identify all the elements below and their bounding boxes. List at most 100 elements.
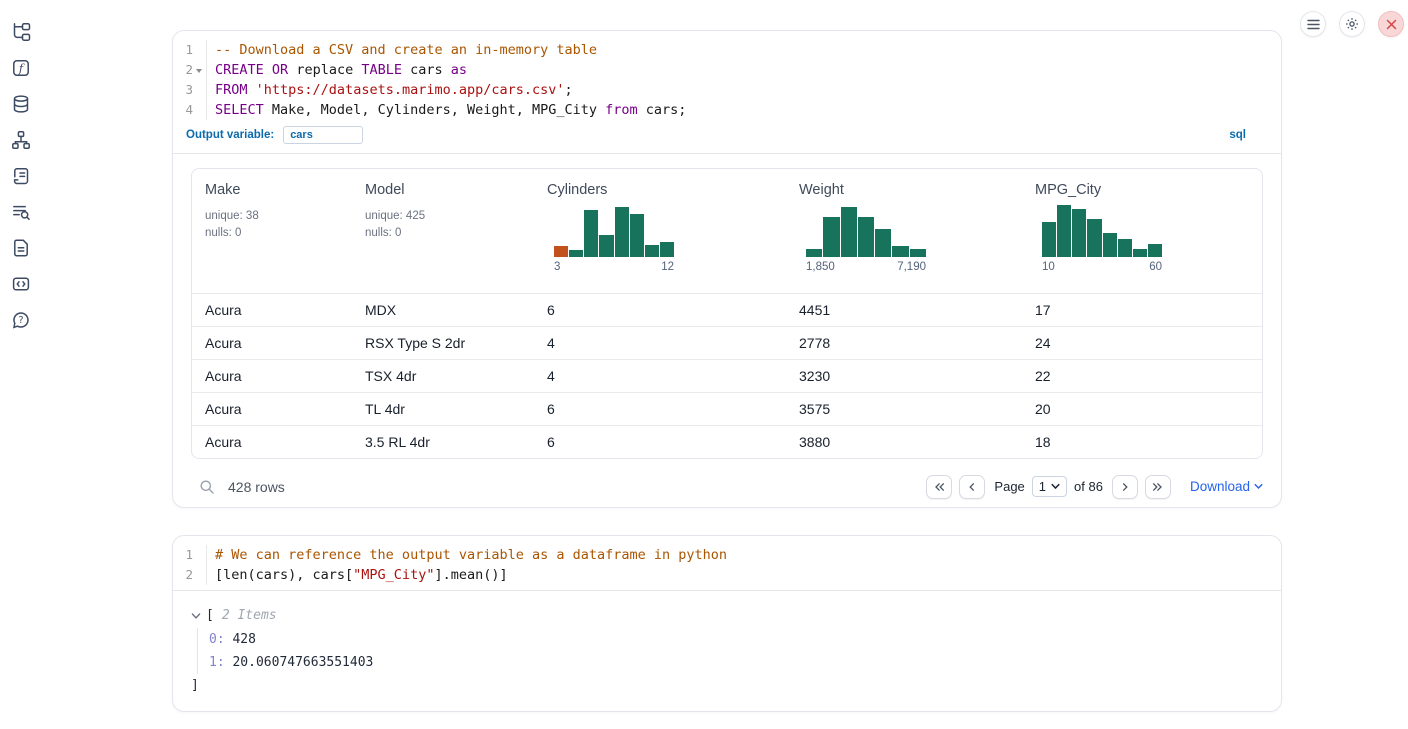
histogram-axis: 1060 — [1042, 261, 1162, 273]
histogram-bar — [841, 207, 857, 257]
tree-entry: 0: 428 — [209, 628, 1263, 651]
last-page-button[interactable] — [1145, 475, 1171, 499]
table-row: AcuraMDX6445117 — [192, 293, 1262, 326]
histogram-bar — [1118, 239, 1132, 257]
code-line: 4SELECT Make, Model, Cylinders, Weight, … — [173, 100, 1281, 120]
table-cell: 3.5 RL 4dr — [352, 434, 534, 450]
axis-min-label: 1,850 — [806, 261, 835, 273]
svg-text:?: ? — [18, 315, 23, 326]
column-title: MPG_City — [1035, 182, 1262, 198]
histogram-bar — [875, 229, 891, 257]
language-badge: sql — [1229, 129, 1246, 141]
fold-gutter — [193, 80, 206, 100]
search-icon[interactable] — [199, 479, 215, 495]
table-row: Acura3.5 RL 4dr6388018 — [192, 425, 1262, 458]
axis-min-label: 10 — [1042, 261, 1055, 273]
line-number: 1 — [173, 545, 193, 565]
next-page-button[interactable] — [1112, 475, 1138, 499]
column-header-mpg_city[interactable]: MPG_City 1060 — [1022, 169, 1262, 293]
sql-cell: 1 -- Download a CSV and create an in-memo… — [172, 30, 1282, 508]
table-cell: Acura — [192, 302, 352, 318]
page-total-label: of 86 — [1074, 479, 1103, 494]
chevron-left-icon — [967, 482, 977, 492]
search-logs-icon[interactable] — [11, 202, 31, 222]
tree-items-count: 2 Items — [222, 608, 277, 623]
axis-max-label: 7,190 — [897, 261, 926, 273]
line-number: 2 — [173, 60, 193, 80]
histogram-bar — [806, 249, 822, 257]
shutdown-button[interactable] — [1378, 11, 1404, 37]
output-variable-input[interactable] — [283, 126, 363, 144]
database-icon[interactable] — [11, 94, 31, 114]
fold-gutter — [193, 100, 206, 120]
code-line: 2CREATE OR replace TABLE cars as — [173, 60, 1281, 80]
histogram-bar — [569, 250, 583, 257]
table-cell: 6 — [534, 401, 786, 417]
histogram-bar — [554, 246, 568, 257]
axis-min-label: 3 — [554, 261, 560, 273]
menu-button[interactable] — [1300, 11, 1326, 37]
table-cell: Acura — [192, 335, 352, 351]
download-button[interactable]: Download — [1190, 479, 1263, 494]
code-token: "MPG_City" — [353, 567, 434, 583]
table-cell: 4 — [534, 368, 786, 384]
help-icon[interactable]: ? — [11, 310, 31, 330]
table-cell: 3575 — [786, 401, 1022, 417]
histogram-bar — [823, 217, 839, 257]
table-row: AcuraTSX 4dr4323022 — [192, 359, 1262, 392]
chevron-down-icon — [1254, 483, 1263, 490]
double-chevron-right-icon — [1152, 482, 1163, 492]
fold-toggle[interactable] — [193, 60, 206, 80]
python-code-editor[interactable]: 1 # We can reference the output variable … — [173, 536, 1281, 591]
gear-icon — [1345, 17, 1359, 31]
table-cell: 18 — [1022, 434, 1262, 450]
histogram-axis: 1,850 7,190 — [806, 261, 926, 273]
fold-gutter — [193, 545, 206, 565]
code-text: -- Download a CSV and create an in-memor… — [206, 40, 1281, 60]
sql-code-editor[interactable]: 1-- Download a CSV and create an in-memo… — [173, 31, 1281, 120]
code-token: ; — [565, 82, 573, 98]
histogram-bar — [584, 210, 598, 257]
logs-icon[interactable] — [11, 166, 31, 186]
axis-max-label: 12 — [661, 261, 674, 273]
page-select-value: 1 — [1039, 479, 1046, 494]
tree-collapse-icon[interactable] — [191, 612, 201, 620]
histogram-bar — [892, 246, 908, 257]
code-token: as — [451, 62, 467, 78]
settings-button[interactable] — [1339, 11, 1365, 37]
column-header-cylinders[interactable]: Cylinders312 — [534, 169, 786, 293]
documentation-icon[interactable] — [11, 238, 31, 258]
prev-page-button[interactable] — [959, 475, 985, 499]
page-select[interactable]: 1 — [1032, 476, 1067, 497]
histogram-bar — [1103, 233, 1117, 257]
column-header-make[interactable]: Makeunique: 38nulls: 0 — [192, 169, 352, 293]
file-tree-icon[interactable] — [11, 22, 31, 42]
histogram-bar — [615, 207, 629, 257]
table-cell: 4451 — [786, 302, 1022, 318]
histogram-bar — [645, 245, 659, 257]
fold-gutter — [193, 565, 206, 585]
code-token: CREATE — [215, 62, 264, 78]
snippets-icon[interactable] — [11, 274, 31, 294]
histogram-bars — [1042, 203, 1162, 257]
table-cell: 3230 — [786, 368, 1022, 384]
table-cell: 24 — [1022, 335, 1262, 351]
code-text: # We can reference the output variable a… — [206, 545, 1281, 565]
code-token: cars; — [638, 102, 687, 118]
first-page-button[interactable] — [926, 475, 952, 499]
functions-icon[interactable]: f — [11, 58, 31, 78]
tree-entries: 0: 4281: 20.060747663551403 — [197, 628, 1263, 674]
code-token — [248, 82, 256, 98]
pagination: Page 1 of 86 Download — [926, 475, 1263, 499]
dependency-graph-icon[interactable] — [11, 130, 31, 150]
column-header-model[interactable]: Modelunique: 425nulls: 0 — [352, 169, 534, 293]
data-table: Makeunique: 38nulls: 0Modelunique: 425nu… — [191, 168, 1263, 459]
table-cell: 20 — [1022, 401, 1262, 417]
column-stat: nulls: 0 — [205, 225, 352, 242]
table-cell: Acura — [192, 368, 352, 384]
column-header-weight[interactable]: Weight1,8507,190 — [786, 169, 1022, 293]
tree-open-bracket: [ — [206, 608, 214, 623]
table-cell: 6 — [534, 302, 786, 318]
code-token: OR — [272, 62, 288, 78]
code-text: [len(cars), cars["MPG_City"].mean()] — [206, 565, 1281, 585]
